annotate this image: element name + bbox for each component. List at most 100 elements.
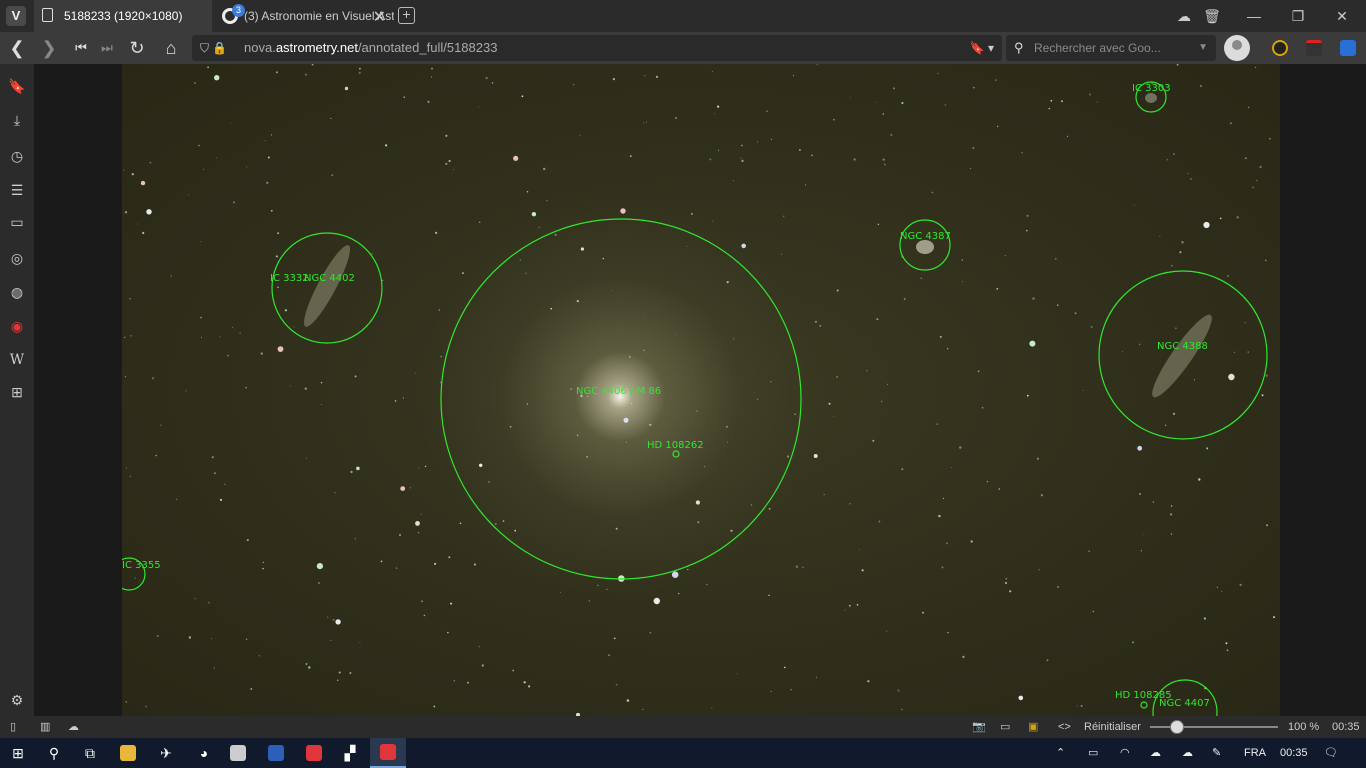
star xyxy=(1056,304,1059,306)
battery-icon[interactable]: ▭ xyxy=(1088,738,1098,768)
vivaldi-active-icon[interactable] xyxy=(370,738,406,768)
upload-cloud-icon[interactable]: ☁ xyxy=(1182,738,1193,768)
download-icon[interactable]: ⤓ xyxy=(7,110,27,130)
vivaldi-menu-icon[interactable]: V xyxy=(6,6,26,26)
image-icon[interactable]: ▣ xyxy=(1028,719,1038,735)
search-field[interactable]: ⚲ Rechercher avec Goo... ▼ xyxy=(1006,35,1216,61)
url-path: /annotated_full/5188233 xyxy=(357,40,498,55)
minimize-button[interactable]: — xyxy=(1232,0,1276,32)
extension-icon[interactable] xyxy=(1306,40,1322,56)
camera-icon[interactable]: 📷 xyxy=(972,719,986,735)
word-icon[interactable] xyxy=(258,738,294,768)
notes-icon[interactable]: ☰ xyxy=(7,180,27,200)
star xyxy=(156,635,159,637)
star xyxy=(277,346,284,352)
annotation-label: IC 3303 xyxy=(1132,83,1171,94)
annotation-label: IC 3355 xyxy=(122,560,161,571)
star xyxy=(733,338,735,340)
cloud-icon[interactable]: ☁ xyxy=(68,719,79,735)
tiling-icon[interactable]: ▥ xyxy=(40,719,50,735)
pen-icon[interactable]: ✎ xyxy=(1212,738,1221,768)
bookmarks-icon[interactable]: 🔖 xyxy=(7,76,27,96)
star xyxy=(394,400,397,402)
app-icon[interactable]: ▞ xyxy=(332,738,368,768)
star xyxy=(833,119,835,121)
star xyxy=(356,466,360,471)
extension-icon[interactable] xyxy=(1340,40,1356,56)
file-explorer-icon[interactable] xyxy=(110,738,146,768)
star xyxy=(931,191,934,194)
star xyxy=(330,639,332,641)
app-icon[interactable]: ◕ xyxy=(186,738,222,768)
back-icon[interactable]: ❮ xyxy=(6,37,28,59)
search-placeholder: Rechercher avec Goo... xyxy=(1034,41,1161,55)
star xyxy=(290,385,291,387)
star xyxy=(275,71,278,74)
app-icon[interactable]: ✈ xyxy=(148,738,184,768)
star xyxy=(998,488,1001,490)
star xyxy=(338,671,341,674)
wifi-icon[interactable]: ◠ xyxy=(1120,738,1130,768)
rewind-icon[interactable]: ⏮ xyxy=(70,37,92,59)
star xyxy=(371,253,373,255)
star xyxy=(832,415,834,417)
star xyxy=(586,456,588,458)
avatar[interactable] xyxy=(1224,35,1250,61)
fast-forward-icon[interactable]: ⏭ xyxy=(96,37,118,59)
reset-zoom-button[interactable]: Réinitialiser xyxy=(1084,719,1141,735)
notifications-icon[interactable]: 🗨 xyxy=(1324,738,1338,768)
star xyxy=(866,370,868,372)
star xyxy=(903,298,906,300)
close-tab-icon[interactable]: ✕ xyxy=(373,7,386,27)
add-panel-icon[interactable]: ⊞ xyxy=(7,382,27,402)
extension-icon[interactable] xyxy=(1272,40,1288,56)
star xyxy=(304,387,307,390)
annotated-astro-image[interactable]: IC 3303 NGC 4387 NGC 4402 IC 3332 NGC 44… xyxy=(122,64,1280,716)
cloud-icon[interactable]: ☁ xyxy=(1150,738,1161,768)
star xyxy=(1193,379,1195,381)
settings-icon[interactable]: ⚙ xyxy=(7,690,27,710)
window-icon[interactable]: ▭ xyxy=(7,212,27,232)
trash-icon[interactable]: 🗑 xyxy=(1190,0,1234,32)
tab-astronomie[interactable]: 3 (3) Astronomie en Visuel Astro ✕ xyxy=(214,0,394,32)
chevron-up-icon[interactable]: ⌃ xyxy=(1056,738,1065,768)
wikipedia-icon[interactable]: W xyxy=(7,350,27,370)
star xyxy=(266,181,269,184)
tab-astrometry[interactable]: 5188233 (1920×1080) xyxy=(34,0,212,32)
windows-start-icon[interactable]: ⊞ xyxy=(0,738,36,768)
panel-toggle-icon[interactable]: ▯ xyxy=(10,719,16,735)
url-field[interactable]: ⛉ 🔒 nova.astrometry.net/annotated_full/5… xyxy=(192,35,1002,61)
zoom-slider-thumb[interactable] xyxy=(1170,720,1184,734)
star xyxy=(149,161,152,164)
history-icon[interactable]: ◷ xyxy=(7,146,27,166)
reload-icon[interactable]: ↻ xyxy=(126,37,148,59)
window-icon[interactable]: ▭ xyxy=(1000,719,1010,735)
star xyxy=(277,232,279,235)
chevron-down-icon[interactable]: ▼ xyxy=(1198,35,1208,61)
globe-icon[interactable]: ◍ xyxy=(7,282,27,302)
close-window-button[interactable]: ✕ xyxy=(1320,0,1364,32)
task-view-icon[interactable]: ⧉ xyxy=(72,738,108,768)
search-icon[interactable]: ⚲ xyxy=(36,738,72,768)
star xyxy=(124,376,127,378)
app-icon[interactable] xyxy=(220,738,256,768)
language-indicator[interactable]: FRA xyxy=(1244,738,1266,768)
star xyxy=(630,402,633,405)
code-icon[interactable]: <> xyxy=(1058,719,1071,735)
vivaldi-icon[interactable] xyxy=(296,738,332,768)
star xyxy=(757,141,758,143)
taskbar-clock[interactable]: 00:35 xyxy=(1280,738,1308,768)
star xyxy=(1236,216,1239,219)
star xyxy=(858,548,860,550)
star xyxy=(646,121,648,123)
star xyxy=(623,417,629,423)
star xyxy=(1040,494,1044,497)
home-icon[interactable]: ⌂ xyxy=(160,37,182,59)
vivaldi-icon[interactable]: ◉ xyxy=(7,316,27,336)
spiral-icon[interactable]: ◎ xyxy=(7,248,27,268)
star xyxy=(421,600,423,603)
restore-button[interactable]: ❐ xyxy=(1276,0,1320,32)
new-tab-button[interactable]: + xyxy=(398,7,415,24)
bookmark-icon[interactable]: 🔖 ▾ xyxy=(970,35,994,61)
forward-icon[interactable]: ❯ xyxy=(38,37,60,59)
